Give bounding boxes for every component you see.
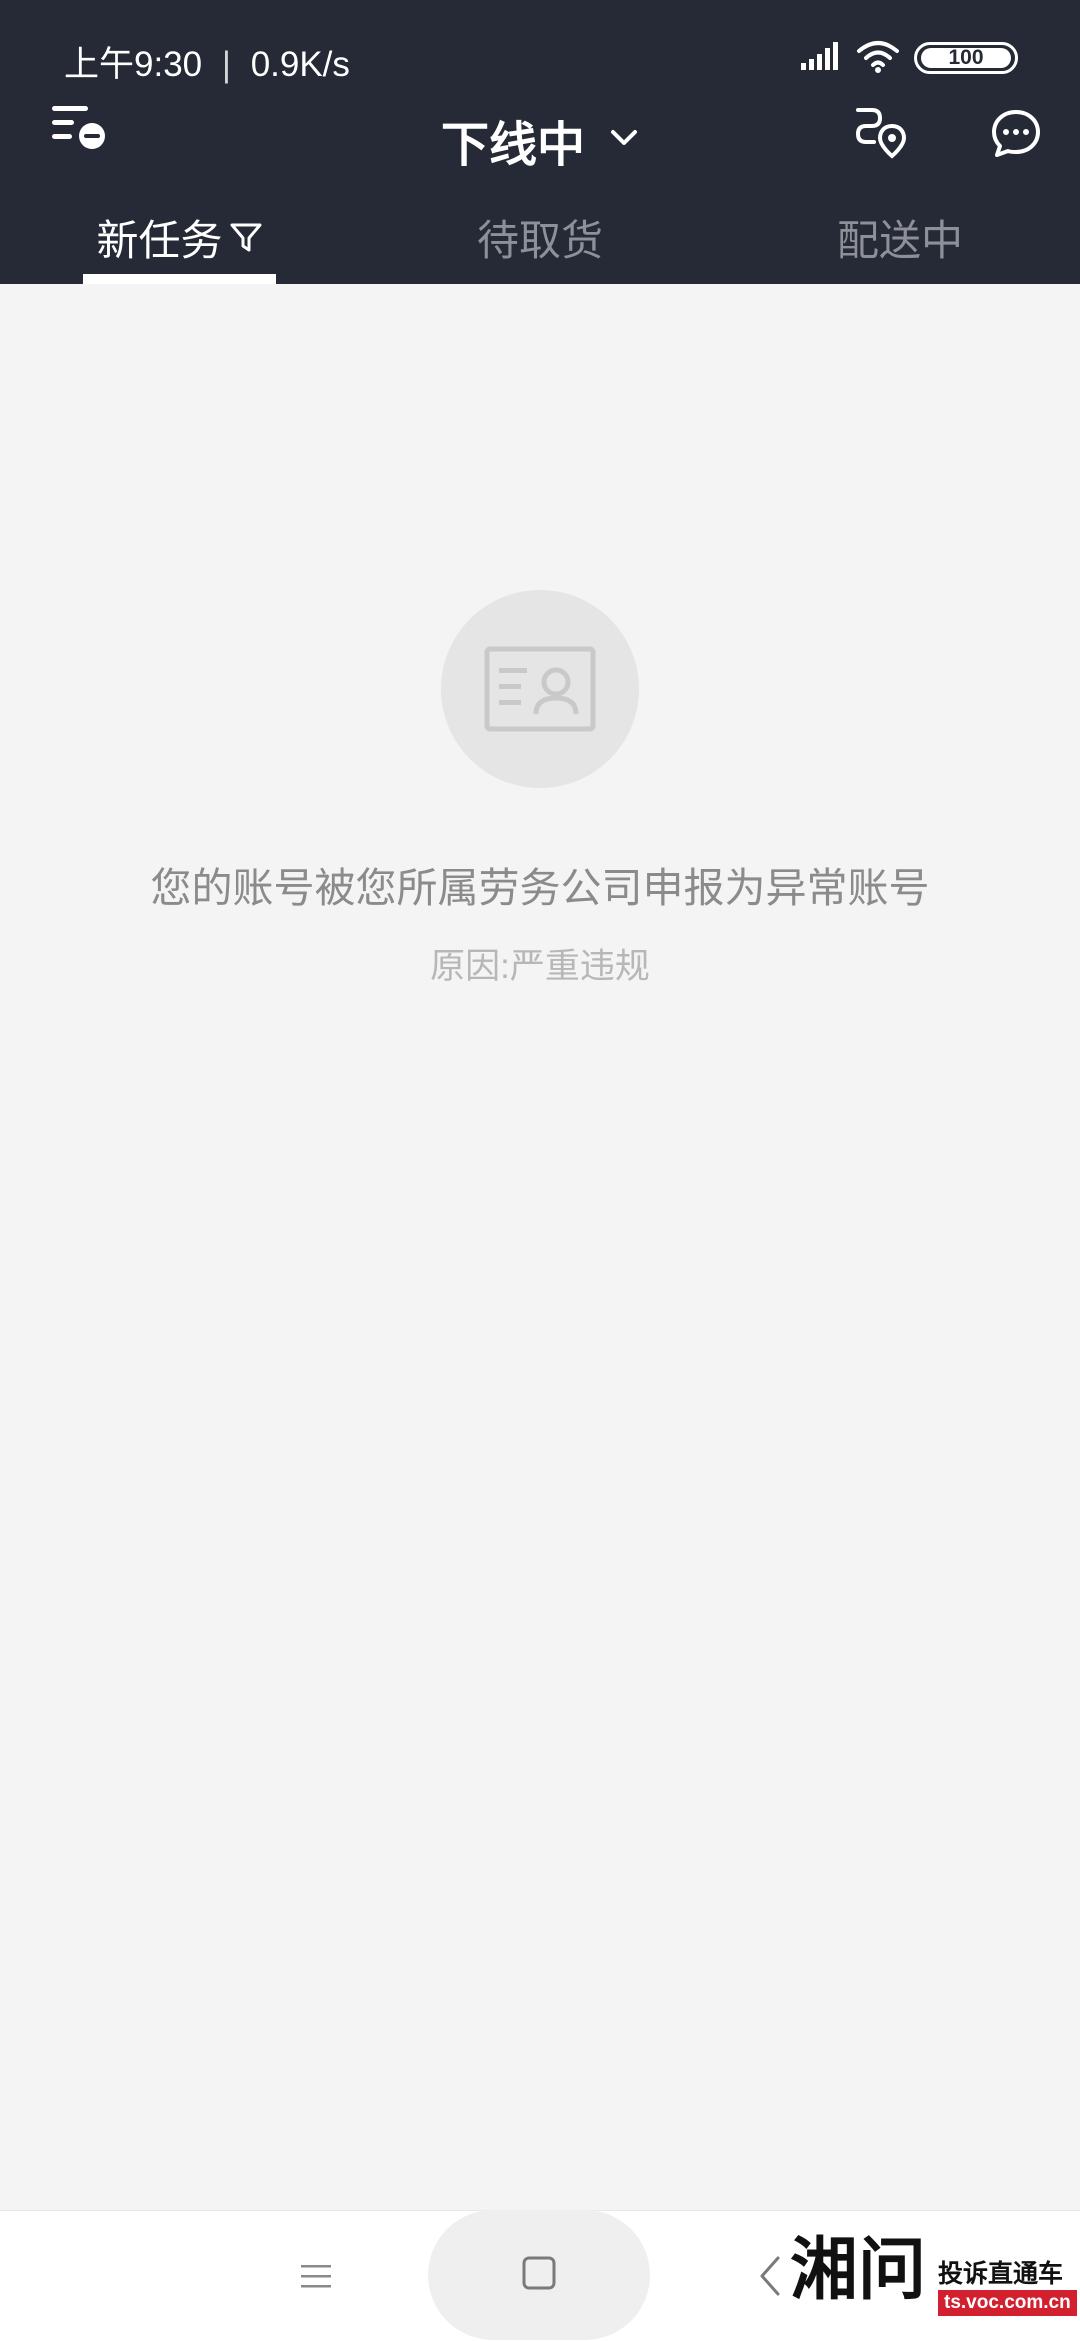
status-separator: | <box>221 45 231 84</box>
status-time-speed: 上午9:30 | 0.9K/s <box>64 36 350 87</box>
watermark-logo: 湘问 <box>790 2230 927 2310</box>
tab-label: 新任务 <box>96 216 223 264</box>
status-bar: 上午9:30 | 0.9K/s 100 <box>0 0 1080 100</box>
wifi-icon <box>856 39 900 78</box>
tab-label: 待取货 <box>476 216 603 264</box>
tab-new-tasks[interactable]: 新任务 <box>83 190 276 284</box>
home-square-icon <box>521 2255 557 2296</box>
status-dropdown[interactable]: 下线中 <box>0 90 1080 190</box>
menu-icon[interactable] <box>296 2248 336 2304</box>
chat-icon[interactable] <box>984 102 1048 166</box>
watermark-text: 投诉直通车 <box>938 2260 1064 2288</box>
tab-pending-pickup[interactable]: 待取货 <box>440 190 640 284</box>
chevron-down-icon <box>609 128 639 153</box>
top-bar: 下线中 <box>0 90 1080 190</box>
home-button[interactable] <box>428 2210 650 2340</box>
id-card-icon <box>441 590 639 788</box>
tab-bar: 新任务 待取货 配送中 <box>0 190 1080 284</box>
back-icon[interactable] <box>752 2244 786 2308</box>
status-time: 上午9:30 <box>64 45 203 84</box>
empty-state: 您的账号被您所属劳务公司申报为异常账号 原因:严重违规 <box>0 590 1080 989</box>
tab-label: 配送中 <box>836 216 963 264</box>
empty-reason: 原因:严重违规 <box>430 947 650 986</box>
network-speed: 0.9K/s <box>250 45 350 84</box>
empty-message: 您的账号被您所属劳务公司申报为异常账号 <box>150 865 930 911</box>
watermark: 湘问 投诉直通车 ts.voc.com.cn <box>790 2230 1077 2334</box>
filter-icon[interactable] <box>229 220 263 254</box>
battery-level: 100 <box>948 46 984 69</box>
status-icons: 100 <box>800 36 1018 80</box>
watermark-url: ts.voc.com.cn <box>938 2290 1077 2316</box>
signal-icon <box>800 41 842 76</box>
battery-icon: 100 <box>914 42 1018 74</box>
page-title: 下线中 <box>440 119 585 172</box>
route-location-icon[interactable] <box>848 100 912 164</box>
tab-indicator <box>83 274 276 284</box>
tab-delivering[interactable]: 配送中 <box>800 190 1000 284</box>
